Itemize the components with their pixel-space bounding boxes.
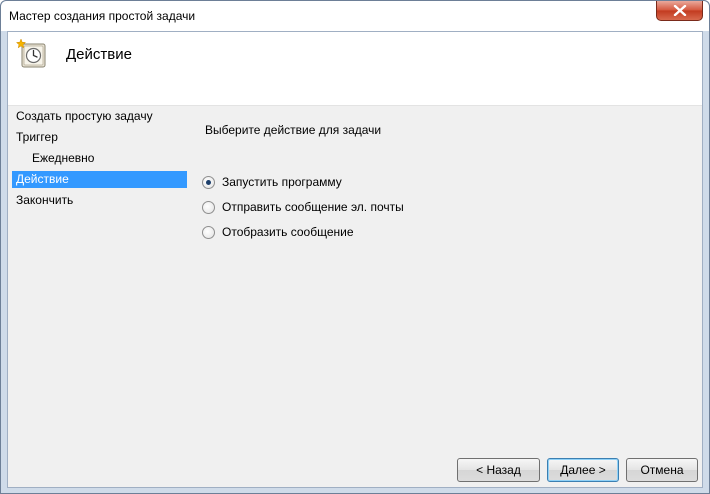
radio-send-email[interactable] bbox=[202, 200, 215, 214]
close-icon bbox=[673, 5, 687, 16]
option-send-email-label: Отправить сообщение эл. почты bbox=[222, 200, 404, 214]
option-run-program[interactable]: Запустить программу bbox=[202, 173, 342, 191]
wizard-header: Действие bbox=[8, 32, 702, 106]
close-button[interactable] bbox=[656, 1, 703, 21]
option-run-program-label: Запустить программу bbox=[222, 175, 342, 189]
task-scheduler-icon bbox=[16, 38, 46, 68]
radio-show-message[interactable] bbox=[202, 225, 215, 239]
option-send-email[interactable]: Отправить сообщение эл. почты bbox=[202, 198, 404, 216]
steps-list: Создать простую задачу Триггер Ежедневно… bbox=[8, 106, 192, 406]
step-finish[interactable]: Закончить bbox=[12, 192, 187, 209]
step-create-task[interactable]: Создать простую задачу bbox=[12, 108, 187, 125]
action-prompt: Выберите действие для задачи bbox=[205, 123, 382, 137]
radio-run-program[interactable] bbox=[202, 175, 215, 189]
step-trigger[interactable]: Триггер bbox=[12, 129, 187, 146]
wizard-client-area: Действие Создать простую задачу Триггер … bbox=[7, 31, 703, 488]
step-daily[interactable]: Ежедневно bbox=[12, 150, 187, 167]
next-button[interactable]: Далее > bbox=[547, 458, 619, 482]
option-show-message[interactable]: Отобразить сообщение bbox=[202, 223, 354, 241]
title-bar[interactable]: Мастер создания простой задачи bbox=[1, 1, 709, 31]
option-show-message-label: Отобразить сообщение bbox=[222, 225, 354, 239]
step-action[interactable]: Действие bbox=[12, 171, 187, 188]
page-title: Действие bbox=[66, 46, 132, 63]
wizard-window: Мастер создания простой задачи Действие … bbox=[0, 0, 710, 494]
back-button[interactable]: < Назад bbox=[457, 458, 540, 482]
window-title: Мастер создания простой задачи bbox=[9, 9, 196, 23]
cancel-button[interactable]: Отмена bbox=[626, 458, 698, 482]
